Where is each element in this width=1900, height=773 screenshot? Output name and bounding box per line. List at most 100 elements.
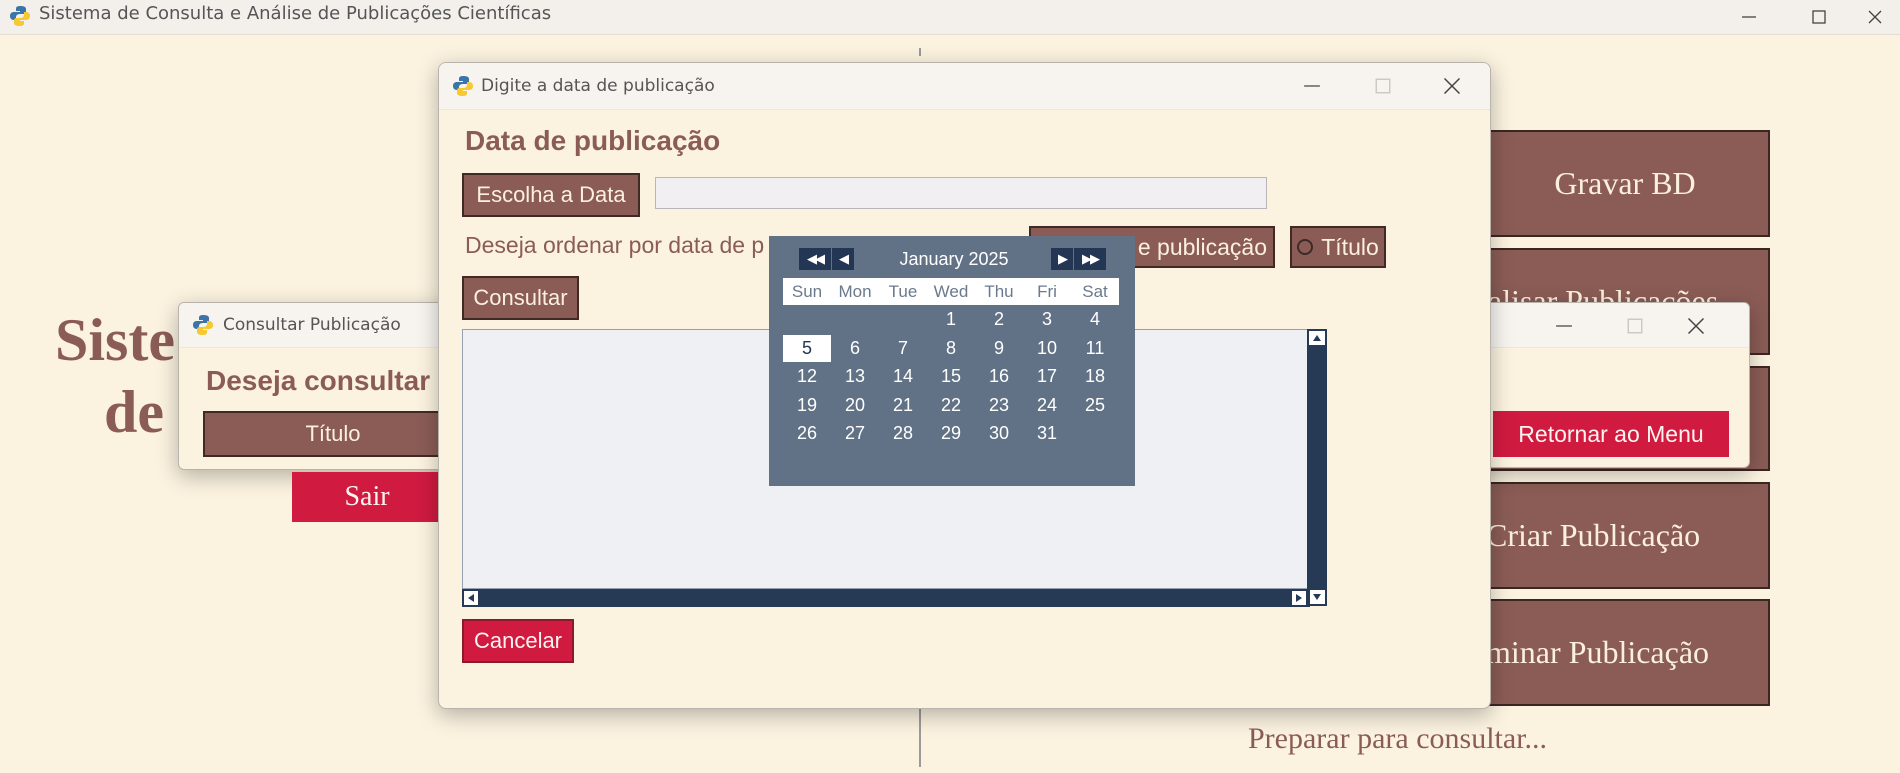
date-heading: Data de publicação xyxy=(465,125,721,156)
calendar-day[interactable]: 31 xyxy=(1023,420,1071,447)
calendar-day[interactable]: 17 xyxy=(1023,363,1071,390)
double-left-arrow-icon: ◀◀ xyxy=(807,251,825,266)
minimize-button[interactable] xyxy=(1714,0,1784,34)
calendar-day[interactable]: 21 xyxy=(879,392,927,419)
gravar-bd-button[interactable]: Gravar BD xyxy=(1480,130,1770,237)
date-dialog-title: Digite a data de publicação xyxy=(481,76,715,96)
calendar-day[interactable]: 28 xyxy=(879,420,927,447)
calendar-day[interactable]: 15 xyxy=(927,363,975,390)
calendar-day[interactable]: 4 xyxy=(1071,306,1119,333)
divider-top xyxy=(919,48,921,56)
scroll-right-button[interactable] xyxy=(1292,591,1306,605)
calendar-day[interactable]: 23 xyxy=(975,392,1023,419)
scroll-left-button[interactable] xyxy=(464,591,478,605)
right-arrow-icon: ▶ xyxy=(1058,251,1068,266)
eliminar-publicacao-button[interactable]: minar Publicação xyxy=(1480,599,1770,706)
order-question: Deseja ordenar por data de p xyxy=(465,232,765,258)
date-dialog-maximize-button[interactable] xyxy=(1374,77,1392,100)
back-dialog-maximize-button[interactable] xyxy=(1626,317,1644,340)
close-icon xyxy=(1687,317,1705,335)
calendar-day[interactable]: 16 xyxy=(975,363,1023,390)
calendar-day-selected[interactable]: 5 xyxy=(783,334,831,362)
calendar-day[interactable]: 25 xyxy=(1071,392,1119,419)
scroll-up-button[interactable] xyxy=(1309,331,1325,345)
calendar-day[interactable]: 19 xyxy=(783,392,831,419)
close-icon xyxy=(1868,10,1882,24)
calendar-day[interactable]: 27 xyxy=(831,420,879,447)
calendar-day[interactable]: 18 xyxy=(1071,363,1119,390)
sair-button[interactable]: Sair xyxy=(292,472,442,522)
calendar-day[interactable]: 26 xyxy=(783,420,831,447)
cancelar-button[interactable]: Cancelar xyxy=(462,619,574,663)
calendar-day[interactable]: 12 xyxy=(783,363,831,390)
calendar-day[interactable]: 1 xyxy=(927,306,975,333)
calendar-day[interactable]: 13 xyxy=(831,363,879,390)
back-dialog-minimize-button[interactable] xyxy=(1555,317,1573,340)
minimize-icon xyxy=(1742,16,1756,18)
calendar-day[interactable]: 2 xyxy=(975,306,1023,333)
prev-month-button[interactable]: ◀ xyxy=(832,248,854,270)
radio-circle-icon xyxy=(1297,239,1314,255)
calendar-day[interactable]: 11 xyxy=(1071,335,1119,362)
weekday-label: Sun xyxy=(791,282,823,301)
arrow-down-icon xyxy=(1313,594,1321,600)
calendar-day[interactable]: 30 xyxy=(975,420,1023,447)
consultar-dialog: Consultar Publicação Deseja consultar Tí… xyxy=(178,302,480,470)
python-icon xyxy=(193,315,213,335)
criar-publicacao-button[interactable]: Criar Publicação xyxy=(1480,482,1770,589)
close-button[interactable] xyxy=(1850,0,1900,34)
calendar-day[interactable]: 10 xyxy=(1023,335,1071,362)
weekday-label: Tue xyxy=(888,282,918,301)
prev-year-button[interactable]: ◀◀ xyxy=(799,248,831,270)
calendar-day[interactable]: 22 xyxy=(927,392,975,419)
consultar-button[interactable]: Consultar xyxy=(462,276,579,320)
maximize-icon xyxy=(1375,78,1391,94)
double-right-arrow-icon: ▶▶ xyxy=(1082,251,1100,266)
calendar-day[interactable]: 8 xyxy=(927,335,975,362)
titulo-button[interactable]: Título xyxy=(203,411,463,457)
calendar-day[interactable]: 6 xyxy=(831,335,879,362)
consultar-heading: Deseja consultar xyxy=(206,365,431,396)
weekday-label: Wed xyxy=(933,282,969,301)
arrow-up-icon xyxy=(1313,335,1321,341)
calendar-popup: ◀◀ ◀ January 2025 ▶ ▶▶ Sun Mon Tue Wed Thu Fr… xyxy=(769,236,1135,486)
status-text: Preparar para consultar... xyxy=(1248,722,1548,755)
order-by-title-label: Título xyxy=(1321,233,1379,260)
calendar-day[interactable]: 29 xyxy=(927,420,975,447)
calendar-day[interactable]: 9 xyxy=(975,335,1023,362)
left-arrow-icon: ◀ xyxy=(839,251,849,266)
retornar-menu-button[interactable]: Retornar ao Menu xyxy=(1493,411,1729,457)
weekday-label: Sat xyxy=(1082,282,1108,301)
date-input[interactable] xyxy=(655,177,1267,209)
order-by-title-radio[interactable]: Título xyxy=(1290,226,1386,268)
calendar-day[interactable]: 14 xyxy=(879,363,927,390)
weekday-label: Thu xyxy=(984,282,1014,301)
main-titlebar: Sistema de Consulta e Análise de Publica… xyxy=(0,0,1900,35)
order-by-date-label: e publicação xyxy=(1137,233,1267,260)
main-title-fragment-2: de xyxy=(104,379,164,445)
maximize-icon xyxy=(1627,318,1643,334)
python-icon xyxy=(453,76,473,96)
calendar-day[interactable]: 24 xyxy=(1023,392,1071,419)
minimize-icon xyxy=(1556,325,1572,327)
calendar-day[interactable]: 20 xyxy=(831,392,879,419)
close-icon xyxy=(1443,77,1461,95)
date-dialog-minimize-button[interactable] xyxy=(1303,77,1321,100)
weekday-label: Mon xyxy=(838,282,872,301)
next-year-button[interactable]: ▶▶ xyxy=(1074,248,1106,270)
scroll-down-button[interactable] xyxy=(1309,590,1325,604)
calendar-day[interactable]: 3 xyxy=(1023,306,1071,333)
calendar-day[interactable]: 7 xyxy=(879,335,927,362)
python-icon xyxy=(10,6,30,26)
minimize-icon xyxy=(1304,85,1320,87)
date-dialog-close-button[interactable] xyxy=(1442,76,1462,101)
vertical-scrollbar[interactable] xyxy=(1307,329,1327,606)
weekday-label: Fri xyxy=(1037,282,1057,301)
maximize-button[interactable] xyxy=(1784,0,1854,34)
calendar-month-year: January 2025 xyxy=(899,249,1009,269)
horizontal-scrollbar[interactable] xyxy=(462,589,1310,607)
next-month-button[interactable]: ▶ xyxy=(1051,248,1073,270)
arrow-left-icon xyxy=(468,594,474,602)
back-dialog-close-button[interactable] xyxy=(1686,316,1706,341)
escolha-data-button[interactable]: Escolha a Data xyxy=(462,173,640,217)
